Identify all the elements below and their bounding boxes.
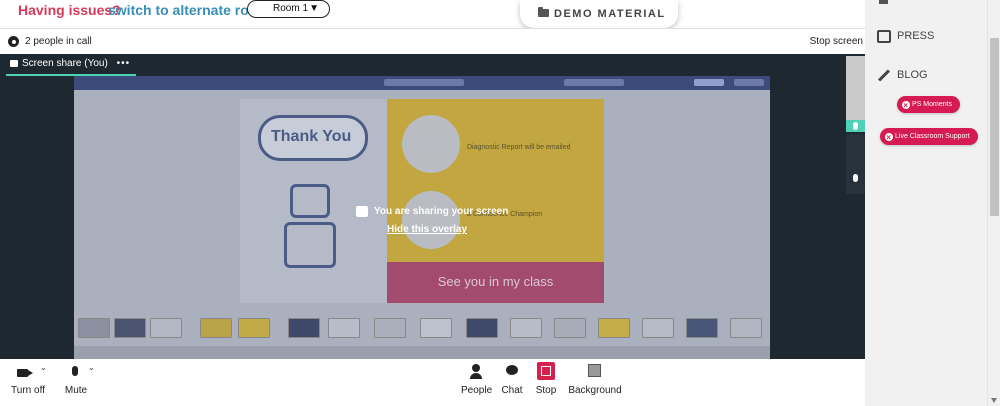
camera-label: Turn off bbox=[11, 385, 45, 396]
participant-tile[interactable] bbox=[846, 134, 865, 194]
top-bar: Having issues? switch to alternate room … bbox=[0, 0, 865, 28]
tab-label: Screen share (You) bbox=[22, 58, 108, 69]
call-header: 2 people in call Stop screen bbox=[0, 29, 865, 54]
slide-thumbnail bbox=[114, 318, 146, 338]
page: Having issues? switch to alternate room … bbox=[0, 0, 1000, 406]
chat-icon bbox=[506, 365, 518, 375]
switch-room-link[interactable]: switch to alternate room bbox=[108, 2, 270, 18]
slide-footer-panel: See you in my class bbox=[387, 262, 604, 303]
page-scrollbar[interactable] bbox=[987, 0, 1000, 406]
mute-button[interactable]: ⌄ Mute bbox=[64, 359, 95, 406]
ps-moments-button[interactable]: PS Moments bbox=[897, 96, 961, 114]
sidebar-item-press[interactable]: PRESS bbox=[877, 28, 934, 46]
slide-title: Thank You bbox=[271, 128, 352, 145]
shared-app-toolbar bbox=[74, 76, 770, 90]
call-window: 2 people in call Stop screen Screen shar… bbox=[0, 28, 865, 406]
sidebar-item-label: PRESS bbox=[897, 30, 935, 42]
mic-icon bbox=[853, 174, 858, 182]
background-icon bbox=[588, 364, 601, 377]
slide-thumbnail bbox=[642, 318, 674, 338]
live-classroom-support-button[interactable]: Live Classroom Support bbox=[880, 128, 978, 146]
slide-left-panel: Thank You bbox=[240, 99, 387, 303]
speech-bubble: Thank You bbox=[258, 115, 368, 161]
slide-thumbnail bbox=[730, 318, 762, 338]
see-you-text: See you in my class bbox=[437, 274, 554, 289]
stop-share-icon bbox=[537, 362, 555, 380]
stop-label: Stop bbox=[535, 385, 557, 396]
more-options-icon[interactable]: ••• bbox=[117, 58, 131, 69]
screen-share-icon bbox=[10, 60, 18, 67]
mute-label: Mute bbox=[64, 385, 88, 396]
mic-icon bbox=[853, 122, 858, 130]
sidebar-item-blog[interactable]: BLOG bbox=[877, 67, 928, 85]
menu-icon[interactable] bbox=[879, 0, 888, 4]
slide-thumbnail bbox=[200, 318, 232, 338]
chevron-down-icon[interactable]: ⌄ bbox=[40, 363, 47, 372]
participant-mic-bar bbox=[846, 120, 865, 132]
gear-icon[interactable] bbox=[8, 36, 19, 47]
slide-thumbnail bbox=[288, 318, 320, 338]
room-select[interactable]: Room 1 ▼ bbox=[247, 0, 330, 18]
slide-thumbnail bbox=[420, 318, 452, 338]
stop-button[interactable]: Stop bbox=[531, 359, 561, 406]
people-count: 2 people in call bbox=[25, 36, 92, 47]
diagnostic-text: Diagnostic Report will be emailed bbox=[467, 144, 571, 151]
video-stage: Screen share (You) ••• Thank You Diagnos… bbox=[0, 54, 865, 359]
slide-thumbnail bbox=[78, 318, 110, 338]
hide-overlay-link[interactable]: Hide this overlay bbox=[387, 224, 467, 235]
slide-thumbnail bbox=[328, 318, 360, 338]
slide-thumbnail bbox=[510, 318, 542, 338]
slide-thumbnail bbox=[466, 318, 498, 338]
camera-icon bbox=[17, 369, 33, 377]
room-select-value: Room 1 bbox=[273, 3, 309, 14]
pill-label: PS Moments bbox=[912, 101, 953, 108]
slide-thumbnail bbox=[238, 318, 270, 338]
stop-screen-button[interactable]: Stop screen bbox=[810, 36, 863, 47]
close-icon[interactable] bbox=[902, 97, 910, 114]
robot-head-image bbox=[290, 184, 330, 218]
robot-body-image bbox=[284, 222, 336, 268]
sidebar-item-label: BLOG bbox=[897, 69, 928, 81]
pencil-icon bbox=[877, 69, 891, 82]
scrollbar-thumb[interactable] bbox=[990, 38, 999, 216]
call-controls: ⌄ Turn off ⌄ Mute People Chat Stop Backg… bbox=[0, 359, 865, 406]
people-button[interactable]: People bbox=[461, 359, 493, 406]
slide-thumbnail bbox=[150, 318, 182, 338]
slide-thumbnails bbox=[78, 318, 768, 340]
chat-label: Chat bbox=[501, 385, 523, 396]
share-upload-icon bbox=[356, 206, 368, 217]
newspaper-icon bbox=[877, 30, 891, 43]
camera-button[interactable]: ⌄ Turn off bbox=[6, 359, 50, 406]
background-label: Background bbox=[568, 385, 622, 396]
caret-down-icon: ▼ bbox=[309, 3, 319, 14]
tab-screen-share[interactable]: Screen share (You) ••• bbox=[6, 58, 137, 76]
pill-label: Live Classroom Support bbox=[895, 133, 970, 140]
robot-badge-icon bbox=[402, 115, 460, 173]
participant-tiles bbox=[845, 54, 865, 359]
demo-material-button[interactable]: DEMO MATERIAL bbox=[520, 0, 678, 28]
slide-thumbnail bbox=[554, 318, 586, 338]
people-icon bbox=[470, 364, 482, 379]
people-label: People bbox=[461, 385, 493, 396]
scroll-down-icon[interactable] bbox=[991, 398, 997, 403]
chevron-down-icon[interactable]: ⌄ bbox=[88, 363, 95, 372]
slide-thumbnail bbox=[686, 318, 718, 338]
slide-thumbnail bbox=[374, 318, 406, 338]
close-icon[interactable] bbox=[885, 129, 893, 146]
right-sidebar: PRESS BLOG PS Moments Live Classroom Sup… bbox=[865, 0, 987, 406]
slide-thumbnail bbox=[598, 318, 630, 338]
background-button[interactable]: Background bbox=[568, 359, 622, 406]
issues-text: Having issues? bbox=[18, 2, 121, 18]
shared-app-statusbar bbox=[74, 346, 770, 359]
folder-icon bbox=[538, 7, 549, 17]
microphone-icon bbox=[72, 366, 78, 376]
participant-tile[interactable] bbox=[846, 56, 865, 121]
demo-material-label: DEMO MATERIAL bbox=[554, 8, 666, 20]
sharing-overlay: You are sharing your screen Hide this ov… bbox=[356, 204, 526, 244]
chat-button[interactable]: Chat bbox=[500, 359, 524, 406]
tab-bar: Screen share (You) ••• bbox=[0, 54, 845, 76]
sharing-message: You are sharing your screen bbox=[374, 206, 509, 217]
